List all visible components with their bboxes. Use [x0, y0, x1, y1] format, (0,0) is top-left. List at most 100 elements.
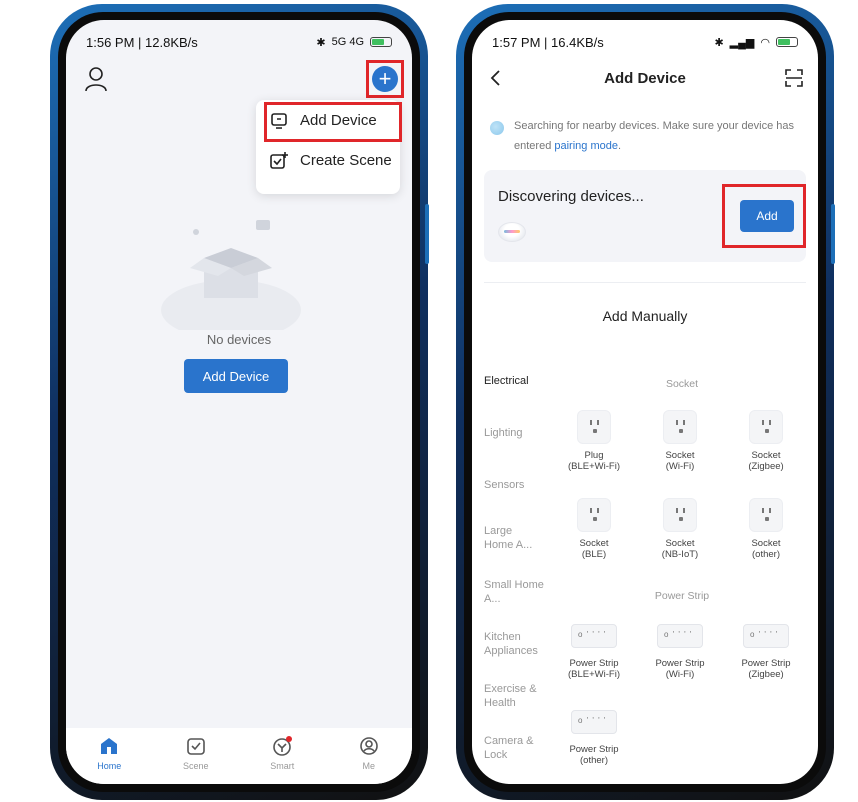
device-name: Power Strip [569, 658, 619, 669]
device-variant: (NB-IoT) [661, 549, 699, 560]
add-device-screen: 1:57 PM | 16.4KB/s ✱ ▂▄▆ ◠ Add Device Se… [472, 20, 818, 784]
device-variant: (Wi-Fi) [665, 669, 695, 680]
category-item[interactable]: Sensors [484, 478, 524, 492]
battery-icon [370, 37, 392, 47]
category-item[interactable]: Kitchen Appliances [484, 630, 554, 658]
device-variant: (BLE) [581, 549, 607, 560]
socket-icon [663, 498, 697, 532]
power-strip-icon [571, 624, 617, 648]
menu-item-create-scene[interactable]: Create Scene [256, 140, 400, 180]
add-manually-title: Add Manually [602, 308, 688, 324]
device-name: Socket [579, 538, 609, 549]
device-socket-other[interactable]: Socket (other) [728, 498, 804, 560]
status-time: 1:56 PM | 12.8KB/s [86, 34, 198, 50]
signal-indicators: 5G 4G [331, 36, 364, 48]
device-name: Socket [751, 450, 781, 461]
status-bar: 1:56 PM | 12.8KB/s ✱ 5G 4G [66, 20, 412, 54]
device-name: Socket [665, 450, 695, 461]
socket-icon [577, 410, 611, 444]
category-item[interactable]: Large Home A... [484, 524, 544, 552]
phone-bezel: 1:57 PM | 16.4KB/s ✱ ▂▄▆ ◠ Add Device Se… [464, 12, 826, 792]
bluetooth-icon: ✱ [714, 36, 724, 49]
device-power-strip-zigbee[interactable]: Power Strip (Zigbee) [728, 624, 804, 680]
device-socket-wifi[interactable]: Socket (Wi-Fi) [642, 410, 718, 472]
device-name: Power Strip [655, 658, 705, 669]
power-strip-icon [657, 624, 703, 648]
section-label-power-strip: Power Strip [654, 590, 710, 602]
category-item[interactable]: Lighting [484, 426, 523, 440]
device-variant: (Zigbee) [748, 461, 784, 472]
device-power-strip-other[interactable]: Power Strip (other) [556, 710, 632, 766]
wifi-icon: ◠ [760, 36, 770, 49]
add-device-button[interactable]: Add Device [184, 359, 288, 393]
power-strip-icon [571, 710, 617, 734]
device-variant: (other) [752, 549, 780, 560]
tab-scene[interactable]: Scene [166, 735, 226, 771]
me-icon [359, 737, 378, 755]
home-icon [101, 738, 118, 754]
searching-indicator-icon [490, 121, 504, 135]
page-title: Add Device [604, 69, 686, 87]
device-variant: (Zigbee) [748, 669, 784, 680]
device-socket-ble[interactable]: Socket (BLE) [556, 498, 632, 560]
smart-icon [273, 736, 293, 756]
profile-icon[interactable] [84, 66, 108, 92]
device-name: Power Strip [741, 658, 791, 669]
device-plug-ble-wifi[interactable]: Plug (BLE+Wi-Fi) [556, 410, 632, 472]
divider [484, 282, 806, 283]
category-item[interactable]: Camera & Lock [484, 734, 544, 762]
category-item[interactable]: Small Home A... [484, 578, 544, 606]
phone-right: 1:57 PM | 16.4KB/s ✱ ▂▄▆ ◠ Add Device Se… [456, 4, 835, 800]
device-name: Socket [751, 538, 781, 549]
tab-home[interactable]: Home [79, 735, 139, 771]
status-icons: ✱ ▂▄▆ ◠ [714, 36, 798, 49]
device-socket-zigbee[interactable]: Socket (Zigbee) [728, 410, 804, 472]
search-hint: Searching for nearby devices. Make sure … [490, 116, 802, 156]
side-button [425, 204, 429, 264]
tab-me[interactable]: Me [339, 735, 399, 771]
phone-left: 1:56 PM | 12.8KB/s ✱ 5G 4G + Add Device … [50, 4, 429, 800]
socket-icon [663, 410, 697, 444]
bottom-tab-bar: Home Scene Smart Me [66, 728, 412, 784]
socket-icon [749, 498, 783, 532]
battery-icon [776, 37, 798, 47]
search-hint-suffix: . [617, 140, 622, 152]
device-socket-nb-iot[interactable]: Socket (NB-IoT) [642, 498, 718, 560]
screenshot-stage: 1:56 PM | 12.8KB/s ✱ 5G 4G + Add Device … [0, 0, 858, 802]
status-bar: 1:57 PM | 16.4KB/s ✱ ▂▄▆ ◠ [472, 20, 818, 54]
device-variant: (BLE+Wi-Fi) [568, 461, 620, 472]
device-name: Plug [584, 450, 604, 461]
device-variant: (other) [580, 755, 608, 766]
nav-bar: Add Device [472, 58, 818, 98]
tab-label: Smart [270, 761, 295, 771]
discovered-device-icon [498, 222, 526, 242]
status-icons: ✱ 5G 4G [316, 36, 392, 49]
device-power-strip-ble-wifi[interactable]: Power Strip (BLE+Wi-Fi) [556, 624, 632, 680]
status-time: 1:57 PM | 16.4KB/s [492, 34, 604, 50]
tab-label: Home [97, 761, 122, 771]
tab-label: Scene [182, 761, 209, 771]
pairing-mode-link[interactable]: pairing mode [554, 140, 618, 152]
scene-add-icon [270, 152, 288, 169]
category-item[interactable]: Exercise & Health [484, 682, 544, 710]
side-button [831, 204, 835, 264]
menu-item-label: Create Scene [300, 151, 392, 169]
discovering-card: Discovering devices... Add [484, 170, 806, 262]
category-item[interactable]: Electrical [484, 374, 529, 388]
back-arrow-icon[interactable] [486, 68, 506, 88]
empty-box-illustration [161, 220, 301, 330]
section-label-socket: Socket [665, 378, 699, 390]
device-power-strip-wifi[interactable]: Power Strip (Wi-Fi) [642, 624, 718, 680]
highlight-box [264, 102, 402, 142]
tab-smart[interactable]: Smart [252, 735, 312, 771]
discovering-title: Discovering devices... [498, 188, 644, 205]
bluetooth-icon: ✱ [316, 36, 326, 49]
highlight-box [722, 184, 806, 248]
device-variant: (Wi-Fi) [665, 461, 695, 472]
tab-label: Me [362, 761, 375, 771]
empty-state-text: No devices [206, 332, 272, 347]
device-name: Power Strip [569, 744, 619, 755]
device-name: Socket [665, 538, 695, 549]
phone-bezel: 1:56 PM | 12.8KB/s ✱ 5G 4G + Add Device … [58, 12, 420, 792]
scan-icon[interactable] [784, 68, 804, 88]
